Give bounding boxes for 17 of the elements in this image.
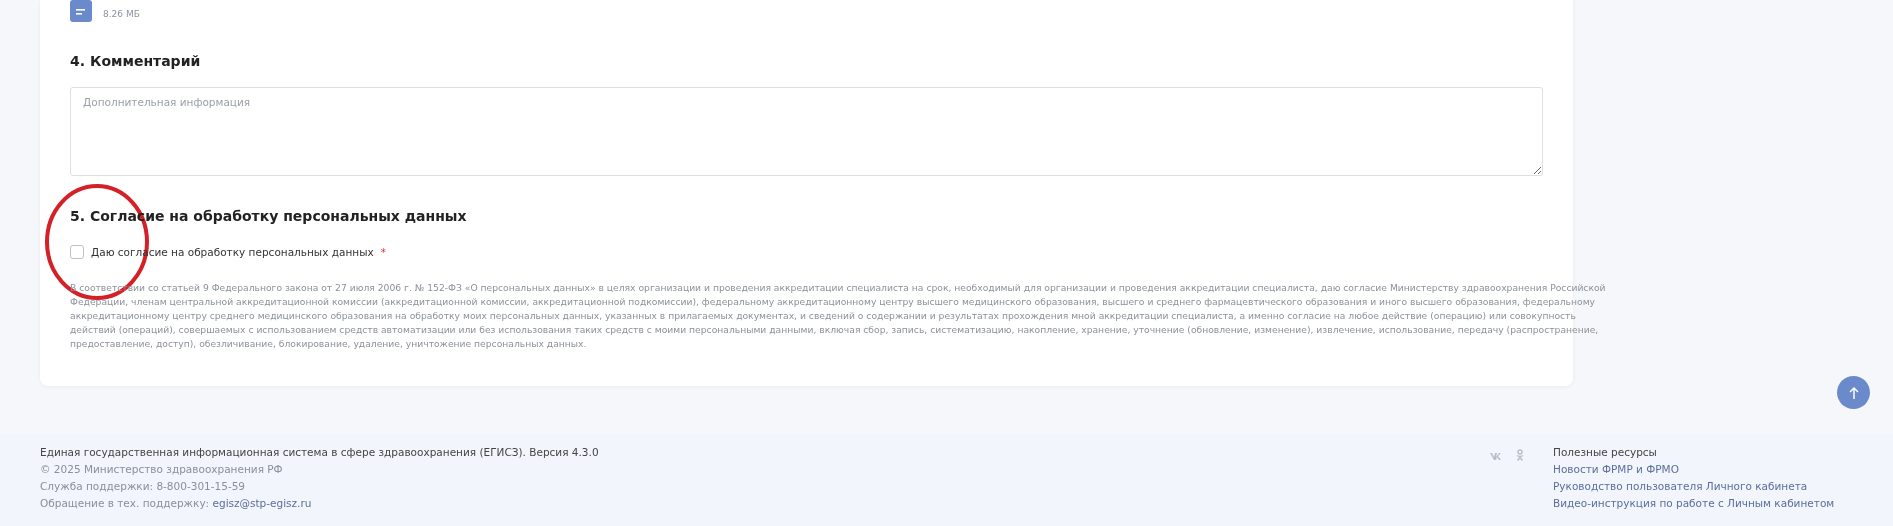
- required-mark: *: [380, 246, 386, 258]
- resource-link[interactable]: Новости ФРМР и ФРМО: [1553, 463, 1853, 475]
- support-phone: Служба поддержки: 8-800-301-15-59: [40, 480, 247, 492]
- comment-field[interactable]: Дополнительная информация: [70, 87, 1543, 176]
- support-label: Обращение в тех. поддержку:: [40, 497, 211, 509]
- arrow-up-icon: [1847, 385, 1860, 400]
- ok-icon[interactable]: [1514, 449, 1526, 461]
- footer-title: Единая государственная информационная система в сфере здравоохранения (ЕГИСЗ). Версия 4.3.0: [40, 446, 600, 458]
- resource-link[interactable]: Видео-инструкция по работе с Личным кабинетом: [1553, 497, 1853, 509]
- resource-link[interactable]: Руководство пользователя Личного кабинета: [1553, 480, 1853, 492]
- support-email-link[interactable]: egisz@stp-egisz.ru: [212, 497, 312, 509]
- resources-title: Полезные ресурсы: [1553, 446, 1658, 458]
- section-title: 4. Комментарий: [70, 53, 202, 69]
- scroll-top-button[interactable]: [1837, 376, 1870, 409]
- copyright-text: © 2025 Министерство здравоохранения РФ: [40, 463, 284, 475]
- consent-checkbox[interactable]: [70, 245, 84, 259]
- file-size: 8.26 МБ: [103, 9, 140, 19]
